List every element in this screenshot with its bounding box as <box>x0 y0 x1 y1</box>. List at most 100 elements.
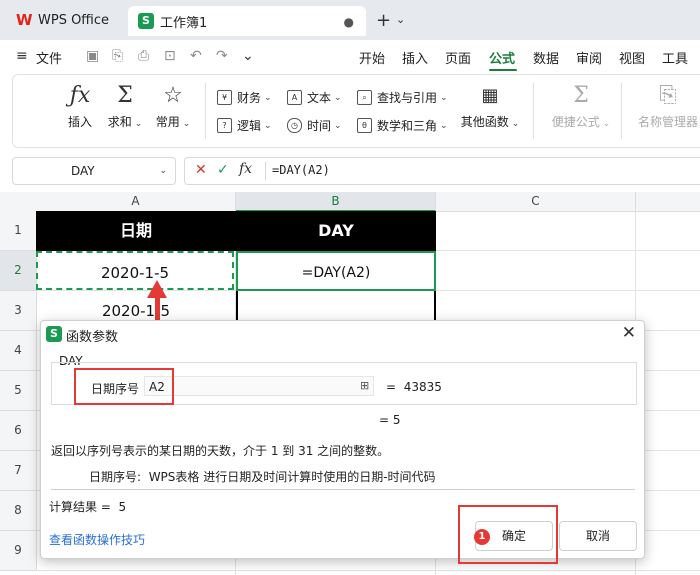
ribbon-divider <box>533 83 534 139</box>
column-header-c[interactable]: C <box>436 192 636 212</box>
menu-tab-data[interactable]: 数据 <box>533 48 559 67</box>
finance-icon: ¥ <box>217 90 232 105</box>
new-tab-button[interactable]: + <box>376 10 391 31</box>
function-tips-link[interactable]: 查看函数操作技巧 <box>49 531 145 548</box>
select-all-corner[interactable] <box>0 192 37 212</box>
menu-tab-page[interactable]: 页面 <box>445 48 471 67</box>
menu-tab-home[interactable]: 开始 <box>359 48 385 67</box>
logic-icon: ? <box>217 118 232 133</box>
menu-tab-tools[interactable]: 工具 <box>662 48 688 67</box>
calculation-result-value: 5 <box>118 500 127 514</box>
common-functions-button[interactable]: ☆ 常用 ⌄ <box>153 83 193 130</box>
spreadsheet-icon: S <box>138 13 154 29</box>
cell-b2[interactable]: =DAY(A2) <box>236 251 436 291</box>
other-label: 其他函数 ⌄ <box>459 113 521 130</box>
argument-description-text: WPS表格 进行日期及时间计算时使用的日期-时间代码 <box>148 470 436 484</box>
menu-file[interactable]: 文件 <box>36 48 62 67</box>
row-header-2[interactable]: 2 <box>0 251 37 291</box>
print-preview-icon[interactable]: ⊡ <box>164 48 176 64</box>
print-icon[interactable]: ⎙ <box>138 48 149 64</box>
sum-text: 求和 <box>107 115 132 129</box>
undo-icon[interactable]: ↶ <box>190 48 202 64</box>
chevron-down-icon: ⌄ <box>264 92 272 103</box>
chevron-down-icon: ⌄ <box>264 120 272 131</box>
row-header-4[interactable]: 4 <box>0 331 37 371</box>
formula-input[interactable]: ✕ ✓ fx =DAY(A2) <box>184 157 700 185</box>
row-header-3[interactable]: 3 <box>0 291 37 331</box>
dialog-title-bar[interactable]: S 函数参数 ✕ <box>41 321 644 347</box>
name-box[interactable]: DAY ⌄ <box>12 157 176 185</box>
annotation-highlight-ok <box>458 505 558 564</box>
formula-text[interactable]: =DAY(A2) <box>272 163 330 177</box>
row-header-6[interactable]: 6 <box>0 411 37 451</box>
insert-function-label: 插入 <box>67 115 92 129</box>
function-description: 返回以序列号表示的某日期的天数，介于 1 到 31 之间的整数。 <box>51 444 390 458</box>
name-manager-button[interactable]: ⎘ 名称管理器 <box>635 83 700 130</box>
chevron-down-icon: ⌄ <box>334 92 342 103</box>
ribbon-divider <box>205 83 206 139</box>
chevron-down-icon[interactable]: ⌄ <box>396 13 405 26</box>
insert-function-button[interactable]: ƒx 插入 <box>65 83 95 130</box>
argument-eq-sign: = <box>386 380 397 394</box>
cancel-formula-icon[interactable]: ✕ <box>195 162 207 178</box>
row-header-8[interactable]: 8 <box>0 491 37 531</box>
ribbon: ƒx 插入 Σ 求和 ⌄ ☆ 常用 ⌄ ¥ 财务 ⌄ ? 逻辑 ⌄ A 文本 ⌄ ◷ 时间 ⌄ ⌕ 查… <box>12 74 700 148</box>
hamburger-menu-icon[interactable]: ≡ <box>16 48 28 64</box>
other-text: 其他函数 <box>460 115 509 129</box>
time-button[interactable]: ◷ 时间 ⌄ <box>287 117 342 134</box>
dialog-title: 函数参数 <box>66 330 119 345</box>
finance-button[interactable]: ¥ 财务 ⌄ <box>217 89 272 106</box>
argument-description: 日期序号: WPS表格 进行日期及时间计算时使用的日期-时间代码 <box>89 468 436 485</box>
tab-wps-office[interactable]: W WPS Office <box>8 6 120 34</box>
save-icon[interactable]: ▣ <box>86 48 99 64</box>
menu-tab-review[interactable]: 审阅 <box>576 48 602 67</box>
sigma-icon: Σ <box>117 83 133 108</box>
logic-button[interactable]: ? 逻辑 ⌄ <box>217 117 272 134</box>
quick-formula-label: 便捷公式 ⌄ <box>549 113 613 130</box>
close-icon[interactable]: ✕ <box>622 323 636 343</box>
lookup-button[interactable]: ⌕ 查找与引用 ⌄ <box>357 89 448 106</box>
annotation-highlight-argument <box>74 368 174 405</box>
quick-access-chevron-icon[interactable]: ⌄ <box>242 48 254 64</box>
column-header-b[interactable]: B <box>236 192 436 212</box>
row-header-5[interactable]: 5 <box>0 371 37 411</box>
math-button[interactable]: θ 数学和三角 ⌄ <box>357 117 448 134</box>
chevron-down-icon[interactable]: ⌄ <box>159 158 167 184</box>
calendar-grid-icon: ▦ <box>481 85 499 106</box>
cell-b1[interactable]: DAY <box>236 211 436 251</box>
calculation-result-label: 计算结果 = <box>49 500 111 514</box>
row-header-7[interactable]: 7 <box>0 451 37 491</box>
menu-bar: ≡ 文件 ▣ ⎘ ⎙ ⊡ ↶ ↷ ⌄ 开始 插入 页面 公式 数据 审阅 视图 … <box>0 40 700 72</box>
clock-icon: ◷ <box>287 118 302 133</box>
row-header-9[interactable]: 9 <box>0 531 37 571</box>
insert-function-icon[interactable]: fx <box>239 161 252 177</box>
column-header-a[interactable]: A <box>36 192 236 212</box>
chevron-down-icon: ⌄ <box>334 120 342 131</box>
quick-formula-button[interactable]: Σ 便捷公式 ⌄ <box>549 83 613 130</box>
column-header-d[interactable] <box>636 192 700 212</box>
export-icon[interactable]: ⎘ <box>112 48 123 64</box>
dialog-divider <box>51 489 635 490</box>
name-manager-icon: ⎘ <box>659 83 677 108</box>
quick-formula-text: 便捷公式 <box>551 115 600 129</box>
tab-workbook[interactable]: S 工作簿1 ● <box>128 6 366 36</box>
chevron-down-icon: ⌄ <box>440 120 448 131</box>
active-tab-indicator <box>489 69 517 71</box>
cancel-button[interactable]: 取消 <box>559 521 637 551</box>
range-picker-icon[interactable]: ⊞ <box>360 379 369 392</box>
redo-icon[interactable]: ↷ <box>216 48 228 64</box>
menu-tab-formula[interactable]: 公式 <box>489 48 515 67</box>
math-icon: θ <box>357 118 372 133</box>
calculation-result: 计算结果 = 5 <box>49 498 126 515</box>
title-bar: W WPS Office S 工作簿1 ● + ⌄ <box>0 0 700 40</box>
text-button[interactable]: A 文本 ⌄ <box>287 89 342 106</box>
cell-a1[interactable]: 日期 <box>36 211 236 251</box>
menu-tab-insert[interactable]: 插入 <box>402 48 428 67</box>
confirm-formula-icon[interactable]: ✓ <box>217 162 229 178</box>
cell-a2[interactable]: 2020-1-5 <box>36 251 234 290</box>
row-header-1[interactable]: 1 <box>0 211 37 251</box>
argument-input[interactable]: A2 <box>144 376 374 396</box>
other-functions-button[interactable]: ▦ 其他函数 ⌄ <box>459 83 521 130</box>
sum-button[interactable]: Σ 求和 ⌄ <box>107 83 143 130</box>
menu-tab-view[interactable]: 视图 <box>619 48 645 67</box>
